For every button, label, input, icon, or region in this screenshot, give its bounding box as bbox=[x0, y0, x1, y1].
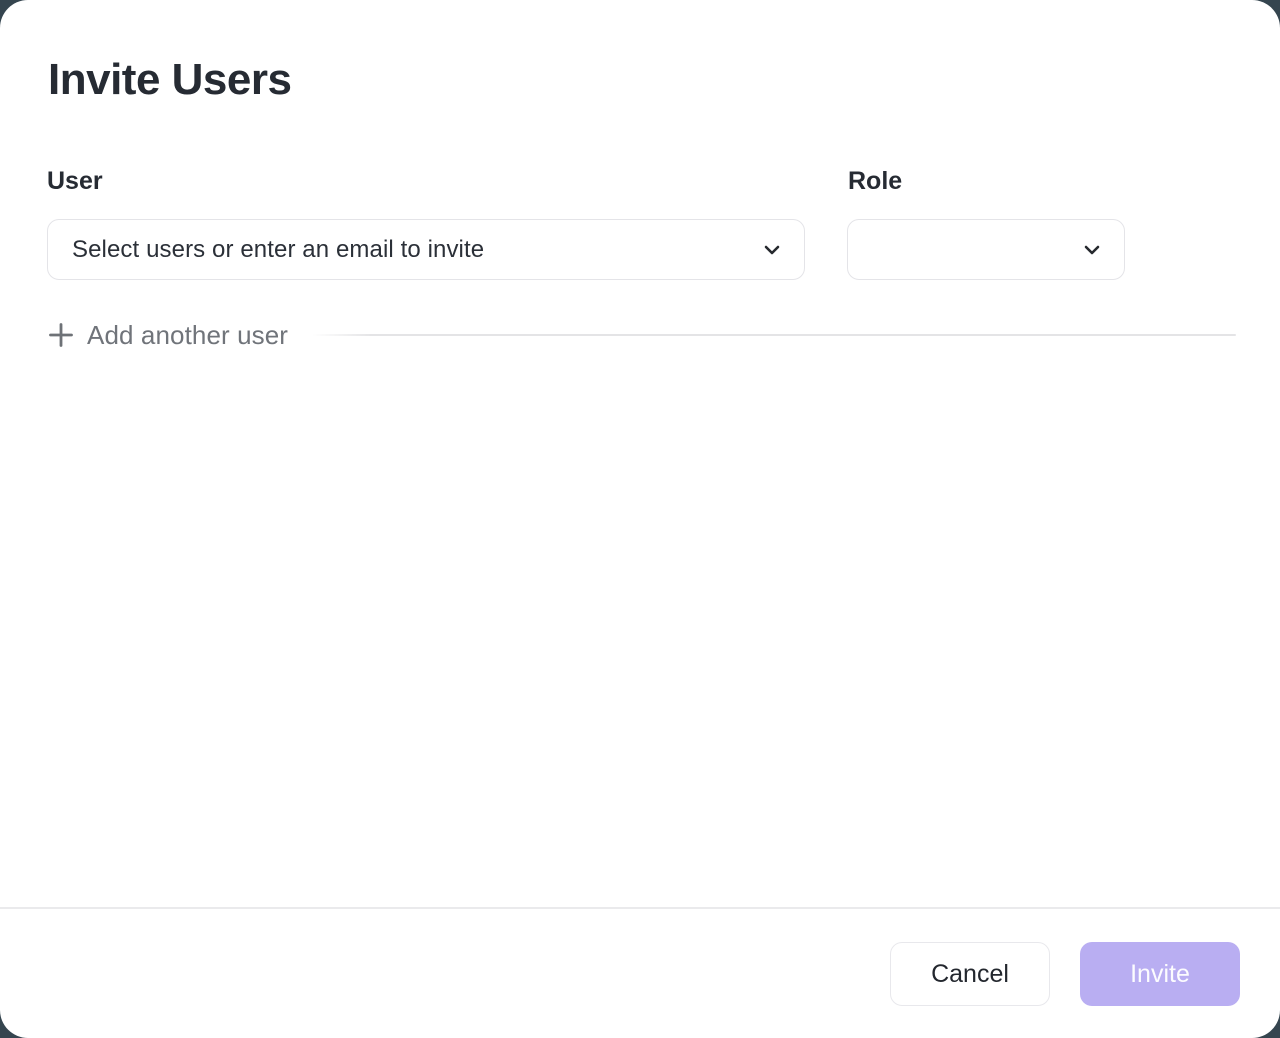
modal-title: Invite Users bbox=[48, 55, 291, 105]
plus-icon bbox=[47, 321, 75, 349]
invite-users-modal: Invite Users User Role Select users or e… bbox=[0, 0, 1280, 1038]
user-select-placeholder: Select users or enter an email to invite bbox=[72, 236, 762, 264]
role-field-label: Role bbox=[848, 167, 902, 196]
cancel-button[interactable]: Cancel bbox=[890, 942, 1050, 1006]
invite-button[interactable]: Invite bbox=[1080, 942, 1240, 1006]
chevron-down-icon bbox=[762, 240, 782, 260]
user-select[interactable]: Select users or enter an email to invite bbox=[47, 219, 805, 280]
role-select[interactable] bbox=[847, 219, 1125, 280]
add-user-divider-line bbox=[312, 334, 1236, 336]
add-user-row: Add another user bbox=[47, 320, 1236, 350]
chevron-down-icon bbox=[1082, 240, 1102, 260]
user-field-label: User bbox=[47, 167, 103, 196]
add-another-user-button[interactable]: Add another user bbox=[47, 320, 288, 351]
add-another-user-label: Add another user bbox=[87, 320, 288, 351]
footer-divider bbox=[0, 907, 1280, 909]
